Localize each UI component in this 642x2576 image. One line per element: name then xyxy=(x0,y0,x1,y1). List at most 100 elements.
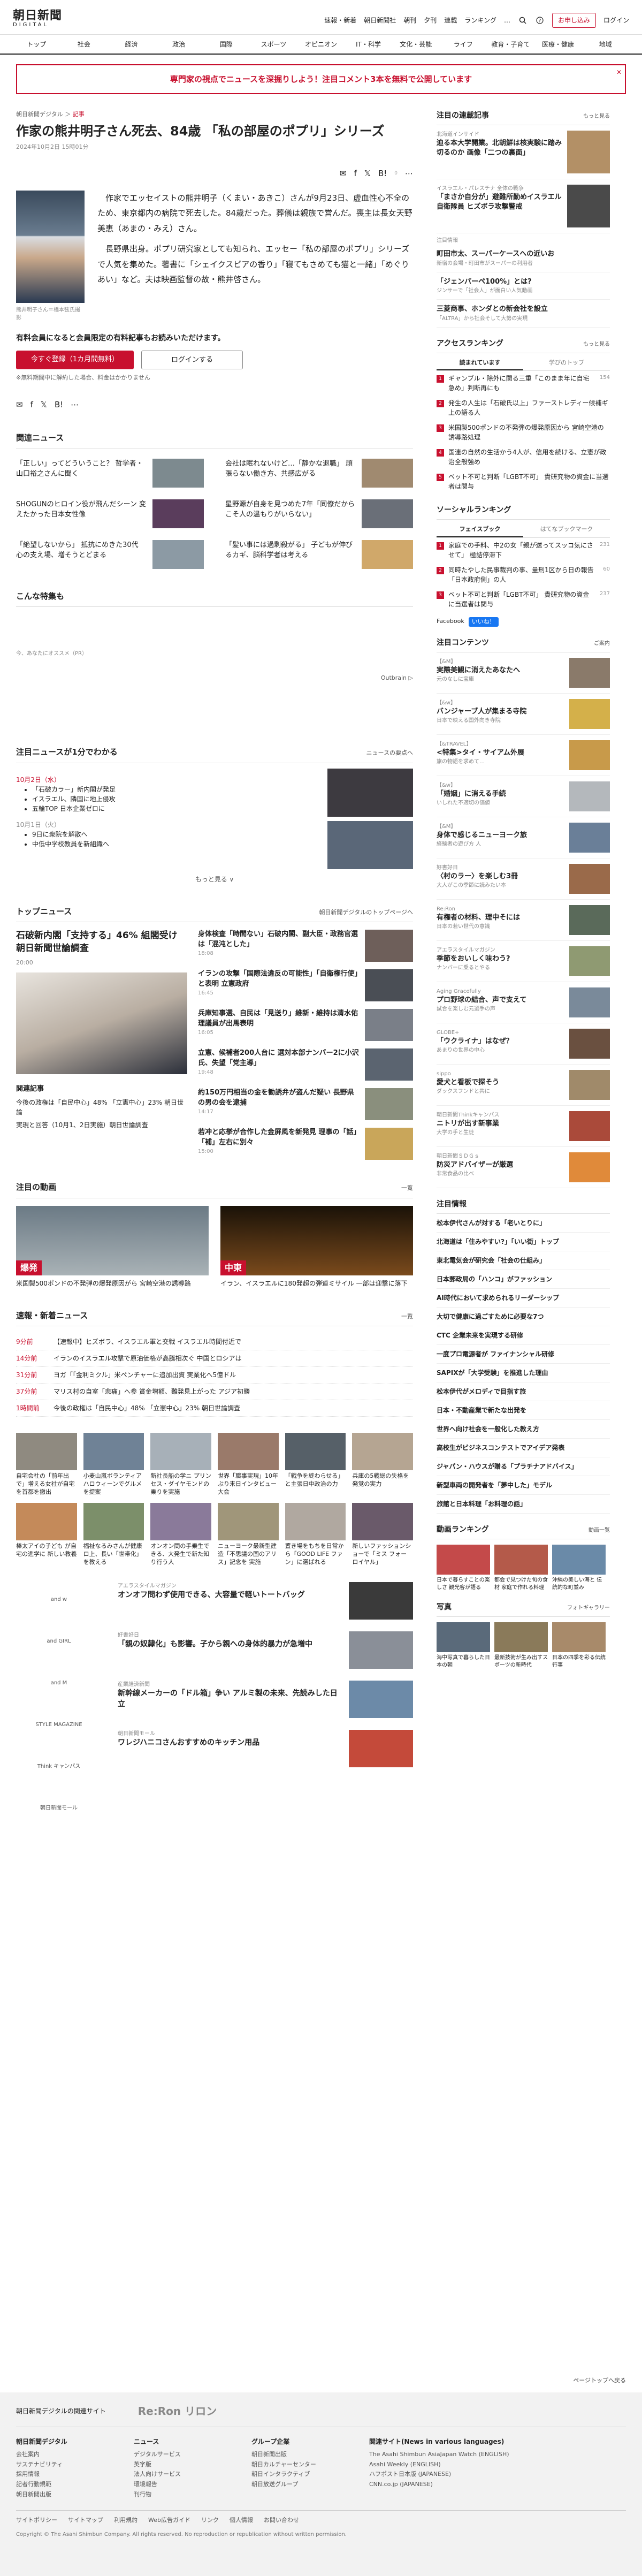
nav-item[interactable]: 経済 xyxy=(108,40,155,49)
brand-item[interactable]: 産業経済新聞 新幹線メーカーの「ドル箱」争い アルミ製の未来、先読みした日立 xyxy=(118,1681,413,1719)
photo-more-link[interactable]: フォトギャラリー xyxy=(567,1604,610,1612)
article-photo[interactable]: 熊井明子さん＝橋本弦氏撮影 xyxy=(16,190,85,322)
mail-icon[interactable]: ✉ xyxy=(16,399,23,411)
attention-link[interactable]: 日本郵政局の「ハンコ」がファッション xyxy=(437,1270,610,1289)
top-news-item[interactable]: イランの攻撃「国際法違反の可能性」「自衛権行使」と表明 立憲政府 16:45 xyxy=(198,969,413,1002)
video-rank-item[interactable]: 日本で暮らすことの楽しさ 観光客が語る xyxy=(437,1545,490,1591)
footer-bottom-link[interactable]: Web広告ガイド xyxy=(148,2516,190,2525)
site-logo[interactable]: 朝日新聞 DIGITAL xyxy=(13,10,62,28)
rank-row[interactable]: 5 ベット不可と判断「LGBT不可」 貴研究物の資金に当選者は関与 xyxy=(437,469,610,494)
social-row[interactable]: 3 ベット不可と判断「LGBT不可」 貴研究物の資金に当選者は関与 237 xyxy=(437,587,610,612)
footer-link[interactable]: 採用情報 xyxy=(16,2469,112,2480)
content-item[interactable]: アエラスタイルマガジン 季節をおいしく味わう? ナンバーに乗るとやる xyxy=(437,941,610,982)
brand-item[interactable]: 朝日新聞モール ワレジハニコさんおすすめのキッチン用品 xyxy=(118,1730,413,1768)
content-item[interactable]: GLOBE+ 「ウクライナ」はなぜ？ あまりの世界の中心 xyxy=(437,1023,610,1065)
related-item[interactable]: SHOGUNのヒロイン役が飛んだシーン 変えたかった日本女性像 xyxy=(16,499,204,528)
summary-item[interactable]: 9日に衆院を解散へ xyxy=(32,830,327,839)
top-news-item[interactable]: 若冲と応挙が合作した金屏風を新発見 理事の「話」「補」左右に別々 15:00 xyxy=(198,1128,413,1160)
brand-logo[interactable]: 朝日新聞モール xyxy=(32,1791,86,1825)
ron-logo[interactable]: Re:Ron リロン xyxy=(138,2403,217,2419)
brand-logo[interactable]: and GIRL xyxy=(32,1624,86,1658)
social-row[interactable]: 1 家庭での手料、中2の女「親が送ってスッコ気にさせて」 極詰停滞下 231 xyxy=(437,538,610,563)
attention-link[interactable]: ジャパン・ハウスが贈る「プラチナアドバイス」 xyxy=(437,1457,610,1476)
photo-card[interactable]: 「戦争を終わらせる」と主張日中政治の力 xyxy=(285,1433,346,1496)
series-item[interactable]: イスラエル・パレスチナ 全体の戦争 「まさか自分が」避難所勤めイスラエル自衛隊員 … xyxy=(437,179,610,233)
attention-link[interactable]: 世界へ向け社会を一般化した教え方 xyxy=(437,1420,610,1439)
attention-link[interactable]: 新型車両の開発者を「夢中した」モデル xyxy=(437,1476,610,1495)
photo-card[interactable]: 小麦山嵐ボランティア ハロウィーンでグルメを提案 xyxy=(83,1433,144,1496)
content-item[interactable]: Aging Gracefully プロ野球の結合、声で支えて 試合を楽しむ元選手の声 xyxy=(437,982,610,1023)
flash-row[interactable]: 1時間前 今後の政権は「自民中心」48% 「立憲中心」23% 朝日世論調査 xyxy=(16,1400,413,1417)
footer-link[interactable]: Asahi Weekly (ENGLISH) xyxy=(369,2460,562,2470)
content-item[interactable]: 朝日新聞Thinkキャンパス ニトリが出す新事業 大学の手と生徒 xyxy=(437,1106,610,1147)
attention-link[interactable]: 日本・不動産業で新たな出発を xyxy=(437,1401,610,1420)
footer-bottom-link[interactable]: 利用規約 xyxy=(114,2516,137,2525)
attention-link[interactable]: 東北電気会が研究会「社会の仕組み」 xyxy=(437,1251,610,1270)
attention-link[interactable]: SAPIXが「大学受験」を推進した理由 xyxy=(437,1364,610,1382)
outbrain-link[interactable]: Outbrain ▷ xyxy=(16,674,413,683)
rank-row[interactable]: 4 国連の自然の生活かう4人が、信用を続ける、立憲が政治全般強め xyxy=(437,445,610,469)
header-link[interactable]: ランキング xyxy=(464,16,496,25)
footer-link[interactable]: サステナビリティ xyxy=(16,2460,112,2470)
nav-item[interactable]: オピニオン xyxy=(297,40,345,49)
footer-link[interactable]: 朝日カルチャーセンター xyxy=(251,2460,348,2470)
footer-link[interactable]: 刊行物 xyxy=(134,2490,230,2500)
pr-link[interactable]: 三菱商事、ホンダとの新会社を設立 「ALTRA」から社会そして大勢の実現 xyxy=(437,300,610,328)
photo-item[interactable]: 最新技術が生み出すスポーツの新時代 xyxy=(494,1622,548,1669)
top-news-item[interactable]: 身体検査「時間ない」石破内閣、副大臣・政務官選は「混沌とした」 18:08 xyxy=(198,930,413,962)
footer-link[interactable]: The Asahi Shimbun AsiaJapan Watch (ENGLI… xyxy=(369,2450,562,2460)
nav-item[interactable]: 社会 xyxy=(60,40,108,49)
header-link[interactable]: 朝日新聞社 xyxy=(364,16,396,25)
rank-row[interactable]: 1 ギャンブル・除外に関る三重「このまま年に自宅急め」判断再にも 154 xyxy=(437,371,610,396)
footer-link[interactable]: 朝日インタラクティブ xyxy=(251,2469,348,2480)
attention-link[interactable]: 松本伊代さんが対する「老いとりに」 xyxy=(437,1214,610,1233)
footer-link[interactable]: CNN.co.jp (JAPANESE) xyxy=(369,2480,562,2490)
nav-item[interactable]: 教育・子育て xyxy=(487,40,534,49)
brand-logo[interactable]: and M xyxy=(32,1666,86,1700)
flash-row[interactable]: 9分前 【速報中】ヒズボラ、イスラエル軍と交戦 イスラエル時間付近で xyxy=(16,1334,413,1351)
header-link[interactable]: 朝刊 xyxy=(403,16,416,25)
summary-item[interactable]: 「石破カラー」新内閣が発足 xyxy=(32,785,327,794)
content-item[interactable]: 【&M】 実際美観に消えたあなたへ 元のなしに宝庫 xyxy=(437,652,610,694)
hatena-icon[interactable]: B! xyxy=(55,399,63,411)
content-item[interactable]: sippo 愛犬と看板で探そう ダックスフンドと共に xyxy=(437,1065,610,1106)
promo-banner[interactable]: 専門家の視点でニュースを深掘りしよう！注目コメント3本を無料で公開しています ✕ xyxy=(16,64,626,94)
photo-card[interactable]: ニューヨーク最新型建造「不思議の国のアリス」記念を 実施 xyxy=(217,1502,279,1567)
top-news-item[interactable]: 約150万円相当の金を勧誘弁が盗んだ疑い 長野県の男の会を逮捕 14:17 xyxy=(198,1088,413,1121)
footer-bottom-link[interactable]: お問い合わせ xyxy=(264,2516,299,2525)
pr-link[interactable]: 町田市太、スーパーケースへの近いお 新宿の会場・町田市がスーパーの利用者 xyxy=(437,245,610,272)
brand-logo[interactable]: and w xyxy=(32,1582,86,1616)
facebook-icon[interactable]: f xyxy=(354,168,357,180)
breadcrumb-section[interactable]: 記事 xyxy=(73,111,85,118)
nav-item[interactable]: 医療・健康 xyxy=(534,40,582,49)
video-card[interactable]: 中東 イラン、イスラエルに180発超の弾道ミサイル 一部は迎撃に落下 xyxy=(220,1205,413,1288)
header-link[interactable]: 速報・新着 xyxy=(324,16,356,25)
flash-row[interactable]: 31分前 ヨガ「「金利ミクル」米ペンチャーに追加出資 実業化へ5億ドル xyxy=(16,1367,413,1384)
footer-link[interactable]: デジタルサービス xyxy=(134,2450,230,2460)
x-icon[interactable]: 𝕏 xyxy=(41,399,47,411)
attention-link[interactable]: 高校生がビジネスコンテストでアイデア発表 xyxy=(437,1439,610,1457)
rank-row[interactable]: 2 発生の人生は「石破氏以上」ファーストレディー候補ギ上の語る人 xyxy=(437,396,610,420)
nav-item[interactable]: 政治 xyxy=(155,40,203,49)
footer-link[interactable]: 朝日新聞出版 xyxy=(251,2450,348,2460)
facebook-like-button[interactable]: いいね！ xyxy=(468,617,499,627)
sp-more-link[interactable]: もっと見る xyxy=(583,112,610,120)
photo-card[interactable]: 新社長船の学ニ プリンセス・ダイヤモンドの乗りを実施 xyxy=(150,1433,211,1496)
photo-item[interactable]: 海中写真で暮らした日本の朝 xyxy=(437,1622,490,1669)
tab-rank-read[interactable]: 読まれています xyxy=(437,356,523,370)
content-item[interactable]: 好書好日 〈村のラー〉を楽しむ3冊 大人がこの季節に読みたい本 xyxy=(437,858,610,900)
help-icon[interactable]: ? xyxy=(535,16,545,25)
footer-link[interactable]: 朝日新聞出版 xyxy=(16,2490,112,2500)
footer-link[interactable]: 英字版 xyxy=(134,2460,230,2470)
video-rank-item[interactable]: 沖縄の美しい海と 伝統的な町並み xyxy=(552,1545,606,1591)
flash-more-link[interactable]: 一覧 xyxy=(401,1312,413,1321)
photo-card[interactable]: 置き場をもちを日常から「GOOD LIFE ファン」に選ばれる xyxy=(285,1502,346,1567)
attention-link[interactable]: 北海道は「住みやすい?」「いい街」トップ xyxy=(437,1233,610,1251)
nav-item[interactable]: スポーツ xyxy=(250,40,297,49)
related-item[interactable]: 「絶望しないから」 抵抗にめきた30代 心の支え場、増そうとどまる xyxy=(16,539,204,569)
rank-more-link[interactable]: もっと見る xyxy=(583,340,610,348)
login-button[interactable]: ログインする xyxy=(141,350,243,370)
rank-row[interactable]: 3 米国製500ポンドの不発弾の爆発原因から 宮崎空港の誘導路処理 xyxy=(437,420,610,445)
related-item[interactable]: 会社は眠れないけど…「静かな退職」 頑張らない働き方、共感広がる xyxy=(225,458,413,488)
photo-card[interactable]: オンオン問の手乗生できる、大発生で新た知り行う人 xyxy=(150,1502,211,1567)
